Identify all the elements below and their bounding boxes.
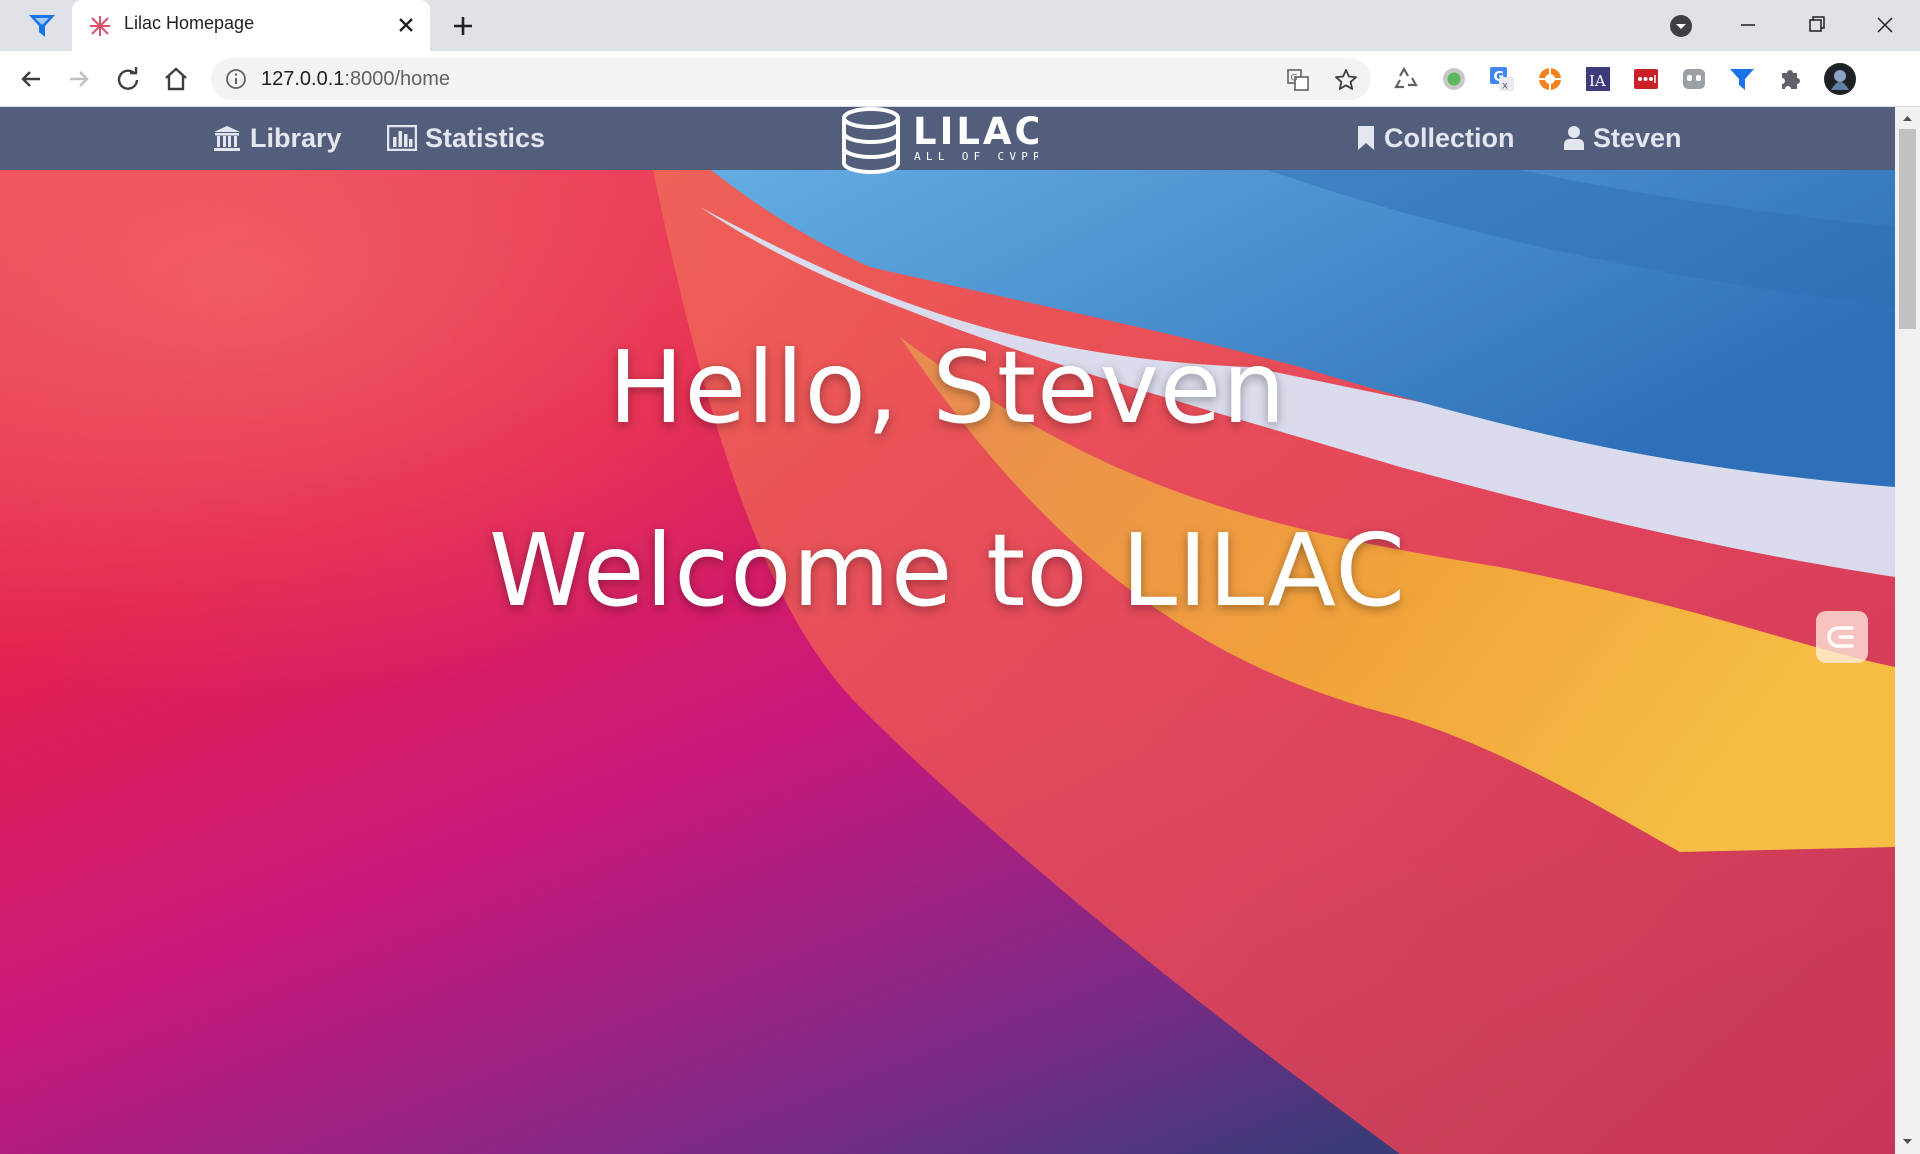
minimize-icon[interactable] [1728, 8, 1768, 42]
lastpass-icon[interactable] [1631, 64, 1661, 94]
restore-icon[interactable] [1797, 8, 1837, 42]
tab-strip: Lilac Homepage [0, 0, 1920, 51]
address-bar[interactable]: 127.0.0.1:8000/home G [211, 58, 1371, 100]
page-viewport: Library Statistics LILAC ALL OF CVPR Col… [0, 107, 1895, 1154]
puzzle-icon[interactable] [1775, 64, 1805, 94]
url-text[interactable]: 127.0.0.1:8000/home [261, 68, 450, 91]
nav-user[interactable]: Steven [1563, 120, 1682, 156]
scroll-thumb[interactable] [1899, 129, 1916, 329]
hero-welcome: Welcome to LILAC [488, 512, 1407, 629]
green-circle-icon[interactable] [1439, 64, 1469, 94]
site-navbar: Library Statistics LILAC ALL OF CVPR Col… [0, 107, 1895, 174]
recycle-icon[interactable] [1391, 64, 1421, 94]
bookmark-icon [1358, 126, 1374, 150]
url-host: 127.0.0.1 [261, 68, 345, 90]
bookmark-star-icon[interactable] [1333, 67, 1359, 93]
scroll-up-arrow-icon[interactable] [1901, 112, 1914, 125]
profile-avatar-icon[interactable] [1823, 62, 1857, 96]
forward-icon[interactable] [64, 64, 94, 94]
widget-icon [1827, 626, 1854, 648]
nav-collection-label: Collection [1384, 122, 1515, 153]
ia-icon[interactable]: IA [1583, 64, 1613, 94]
svg-text:G: G [1291, 74, 1298, 84]
new-tab-icon[interactable] [449, 12, 477, 40]
lilac-favicon-icon [90, 16, 110, 36]
close-tab-icon[interactable] [394, 13, 418, 37]
user-icon [1564, 126, 1584, 150]
scroll-down-arrow-icon[interactable] [1901, 1135, 1914, 1148]
nav-library-label: Library [250, 122, 342, 153]
nav-user-label: Steven [1593, 122, 1682, 153]
database-icon [842, 107, 900, 174]
bar-chart-icon [387, 125, 417, 151]
back-icon[interactable] [16, 64, 46, 94]
url-path: :8000/home [344, 68, 451, 90]
browser-toolbar: 127.0.0.1:8000/home G G x IA [0, 51, 1920, 107]
hero-wallpaper [0, 107, 1895, 1154]
page-scrollbar[interactable] [1895, 107, 1920, 1154]
translate-icon[interactable]: G [1285, 67, 1311, 93]
ghostery-icon[interactable] [1679, 64, 1709, 94]
site-info-icon[interactable] [225, 68, 247, 90]
hero-greeting: Hello, Steven [608, 329, 1287, 446]
logo-name: LILAC [913, 110, 1038, 153]
nav-library[interactable]: Library [212, 120, 342, 156]
window-close-icon[interactable] [1865, 8, 1905, 42]
home-icon[interactable] [161, 64, 191, 94]
active-tab[interactable]: Lilac Homepage [72, 0, 430, 51]
nav-statistics-label: Statistics [425, 122, 546, 153]
google-translate-icon[interactable]: G x [1487, 64, 1517, 94]
lilac-logo[interactable]: LILAC ALL OF CVPR [838, 107, 1038, 175]
funnel-extension-icon[interactable] [1727, 64, 1757, 94]
funnel-icon[interactable] [26, 12, 58, 40]
orange-ring-icon[interactable] [1535, 64, 1565, 94]
logo-tagline: ALL OF CVPR [914, 150, 1038, 163]
institution-icon [214, 126, 240, 151]
tab-search-icon[interactable] [1668, 13, 1694, 39]
svg-text:IA: IA [1589, 72, 1606, 90]
tab-title: Lilac Homepage [124, 13, 255, 33]
nav-statistics[interactable]: Statistics [387, 120, 545, 156]
floating-widget-button[interactable] [1816, 611, 1868, 663]
reload-icon[interactable] [113, 64, 143, 94]
nav-collection[interactable]: Collection [1356, 120, 1515, 156]
svg-text:x: x [1502, 81, 1508, 92]
